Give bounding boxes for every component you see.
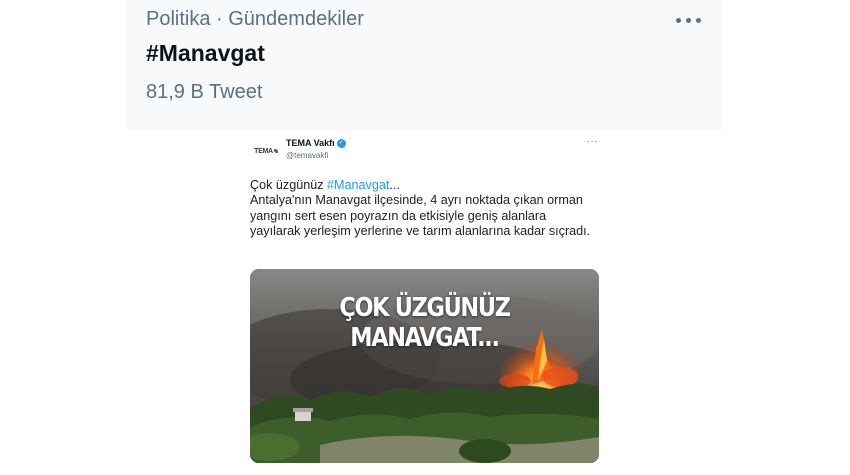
verified-badge-icon: ✓ [336,138,346,148]
tweet[interactable]: TEMA TEMA Vakfı ✓ @temavakfi ··· Çok üzg… [248,134,600,472]
media-caption: ÇOK ÜZGÜNÜZ MANAVGAT... [339,293,511,353]
leaf-icon [273,149,278,153]
tweet-media-image[interactable]: ÇOK ÜZGÜNÜZ MANAVGAT... [250,269,599,463]
tweet-text-body: Antalya'nın Manavgat ilçesinde, 4 ayrı n… [250,193,591,239]
trend-tweet-count: 81,9 B Tweet [146,81,263,103]
avatar[interactable]: TEMA [252,140,280,162]
author-name: TEMA Vakfı [286,138,335,148]
tweet-text-suffix: ... [389,178,400,192]
tweet-text-prefix: Çok üzgünüz [250,178,328,192]
trend-card[interactable]: Politika · Gündemdekiler #Manavgat 81,9 … [126,0,723,130]
more-horizontal-icon[interactable] [672,14,705,27]
author-name-row[interactable]: TEMA Vakfı ✓ [286,138,346,148]
tweet-text-line1: Çok üzgünüz #Manavgat... [250,178,600,193]
tweet-text: Çok üzgünüz #Manavgat... Antalya'nın Man… [250,178,600,240]
trend-title[interactable]: #Manavgat [146,40,265,67]
avatar-text: TEMA [254,147,273,155]
author-handle[interactable]: @temavakfi [286,151,328,160]
trend-context: Politika · Gündemdekiler [146,8,364,30]
hashtag-link[interactable]: #Manavgat [327,178,389,192]
more-horizontal-icon[interactable]: ··· [587,136,599,147]
